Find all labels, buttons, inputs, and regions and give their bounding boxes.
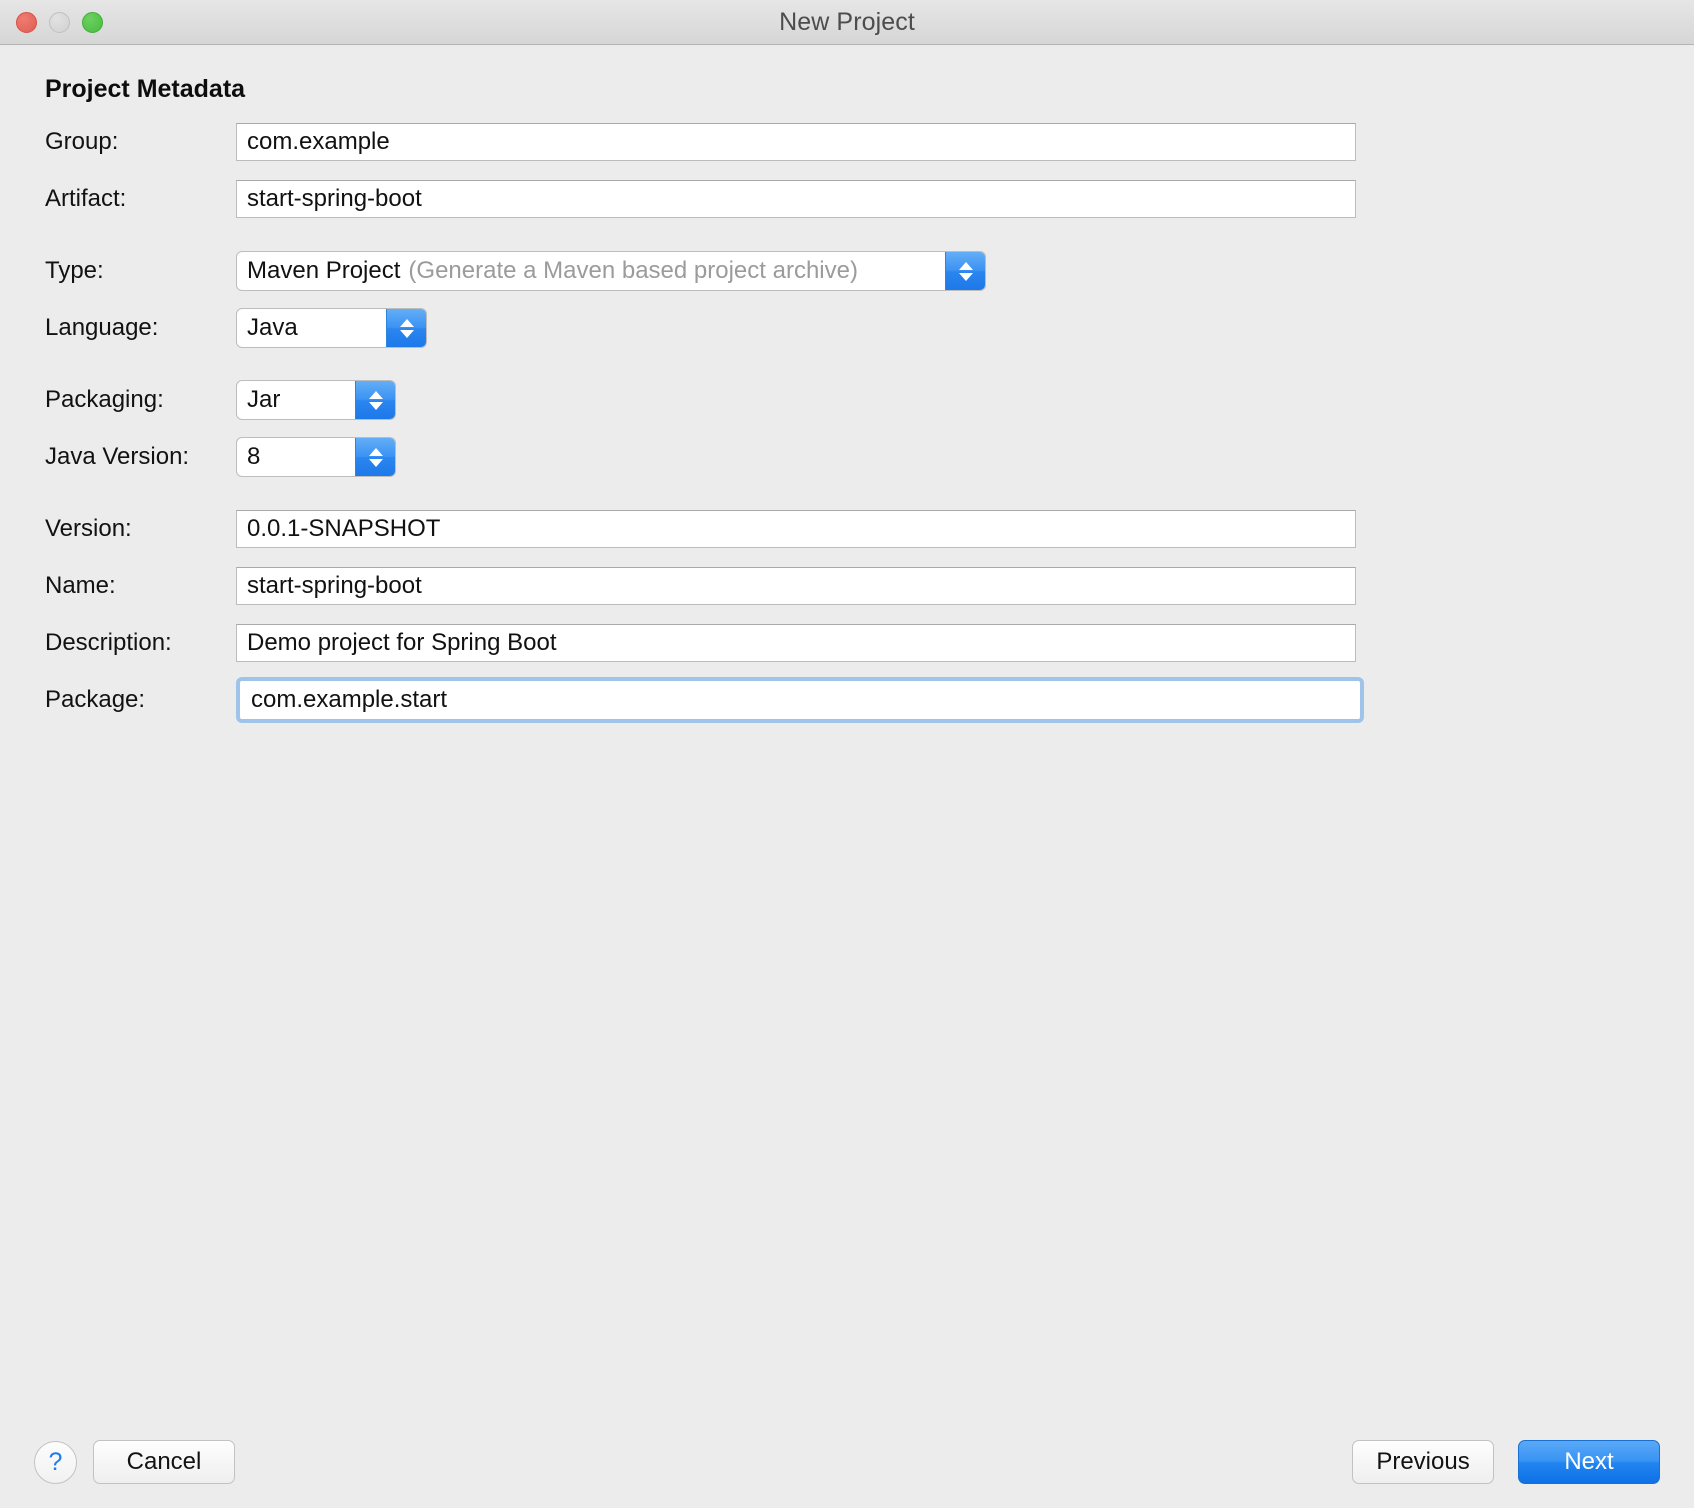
footer-left-group: ? Cancel xyxy=(34,1440,235,1484)
chevron-down-icon xyxy=(399,329,414,338)
language-stepper-button[interactable] xyxy=(386,309,426,347)
version-input[interactable]: 0.0.1-SNAPSHOT xyxy=(236,510,1356,548)
packaging-select[interactable]: Jar xyxy=(236,380,396,420)
maximize-window-icon[interactable] xyxy=(82,12,103,33)
form-row-description: Description: Demo project for Spring Boo… xyxy=(0,624,1694,662)
package-label: Package: xyxy=(45,686,146,713)
group-label: Group: xyxy=(45,128,119,155)
java-version-stepper-button[interactable] xyxy=(355,438,395,476)
description-label: Description: xyxy=(45,629,172,656)
form-row-artifact: Artifact: start-spring-boot xyxy=(0,180,1694,218)
form-row-name: Name: start-spring-boot xyxy=(0,567,1694,605)
language-select[interactable]: Java xyxy=(236,308,427,348)
cancel-button[interactable]: Cancel xyxy=(93,1440,235,1484)
window-title: New Project xyxy=(779,7,915,36)
chevron-up-icon xyxy=(399,318,414,327)
form-row-packaging: Packaging: Jar xyxy=(0,380,1694,420)
previous-button[interactable]: Previous xyxy=(1352,1440,1494,1484)
artifact-input[interactable]: start-spring-boot xyxy=(236,180,1356,218)
package-focus-ring: com.example.start xyxy=(236,677,1364,723)
chevron-up-icon xyxy=(368,447,383,456)
dialog-footer: ? Cancel Previous Next xyxy=(0,1416,1694,1508)
traffic-lights xyxy=(16,0,103,45)
java-version-label: Java Version: xyxy=(45,443,190,470)
group-input[interactable]: com.example xyxy=(236,123,1356,161)
form-row-group: Group: com.example xyxy=(0,123,1694,161)
java-version-select[interactable]: 8 xyxy=(236,437,396,477)
packaging-select-value: Jar xyxy=(247,386,281,413)
chevron-up-icon xyxy=(368,390,383,399)
form-row-language: Language: Java xyxy=(0,308,1694,348)
form-row-version: Version: 0.0.1-SNAPSHOT xyxy=(0,510,1694,548)
type-label: Type: xyxy=(45,257,104,284)
type-stepper-button[interactable] xyxy=(945,252,985,290)
name-input[interactable]: start-spring-boot xyxy=(236,567,1356,605)
close-window-icon[interactable] xyxy=(16,12,37,33)
type-select-hint: (Generate a Maven based project archive) xyxy=(408,257,858,284)
form-row-package: Package: com.example.start xyxy=(0,677,1694,723)
java-version-select-value: 8 xyxy=(247,443,261,470)
packaging-stepper-button[interactable] xyxy=(355,381,395,419)
chevron-down-icon xyxy=(958,272,973,281)
footer-right-group: Previous Next xyxy=(1352,1440,1660,1484)
form-row-java-version: Java Version: 8 xyxy=(0,437,1694,477)
language-select-value: Java xyxy=(247,314,298,341)
next-button[interactable]: Next xyxy=(1518,1440,1660,1484)
package-input[interactable]: com.example.start xyxy=(240,681,1360,719)
chevron-down-icon xyxy=(368,458,383,467)
help-icon[interactable]: ? xyxy=(34,1440,77,1484)
packaging-label: Packaging: xyxy=(45,386,164,413)
page-title: Project Metadata xyxy=(45,75,246,103)
name-label: Name: xyxy=(45,572,116,599)
project-metadata-form: Group: com.example Artifact: start-sprin… xyxy=(0,123,1694,723)
type-select-text: Maven Project xyxy=(247,257,401,284)
chevron-up-icon xyxy=(958,261,973,270)
type-select-value: Maven Project (Generate a Maven based pr… xyxy=(237,252,945,290)
artifact-label: Artifact: xyxy=(45,185,127,212)
new-project-dialog: New Project Project Metadata Group: com.… xyxy=(0,0,1694,1508)
minimize-window-icon[interactable] xyxy=(49,12,70,33)
chevron-down-icon xyxy=(368,401,383,410)
version-label: Version: xyxy=(45,515,132,542)
type-select[interactable]: Maven Project (Generate a Maven based pr… xyxy=(236,251,986,291)
description-input[interactable]: Demo project for Spring Boot xyxy=(236,624,1356,662)
form-row-type: Type: Maven Project (Generate a Maven ba… xyxy=(0,251,1694,291)
window-titlebar: New Project xyxy=(0,0,1694,45)
dialog-content: Project Metadata Group: com.example Arti… xyxy=(0,45,1694,1508)
language-label: Language: xyxy=(45,314,159,341)
